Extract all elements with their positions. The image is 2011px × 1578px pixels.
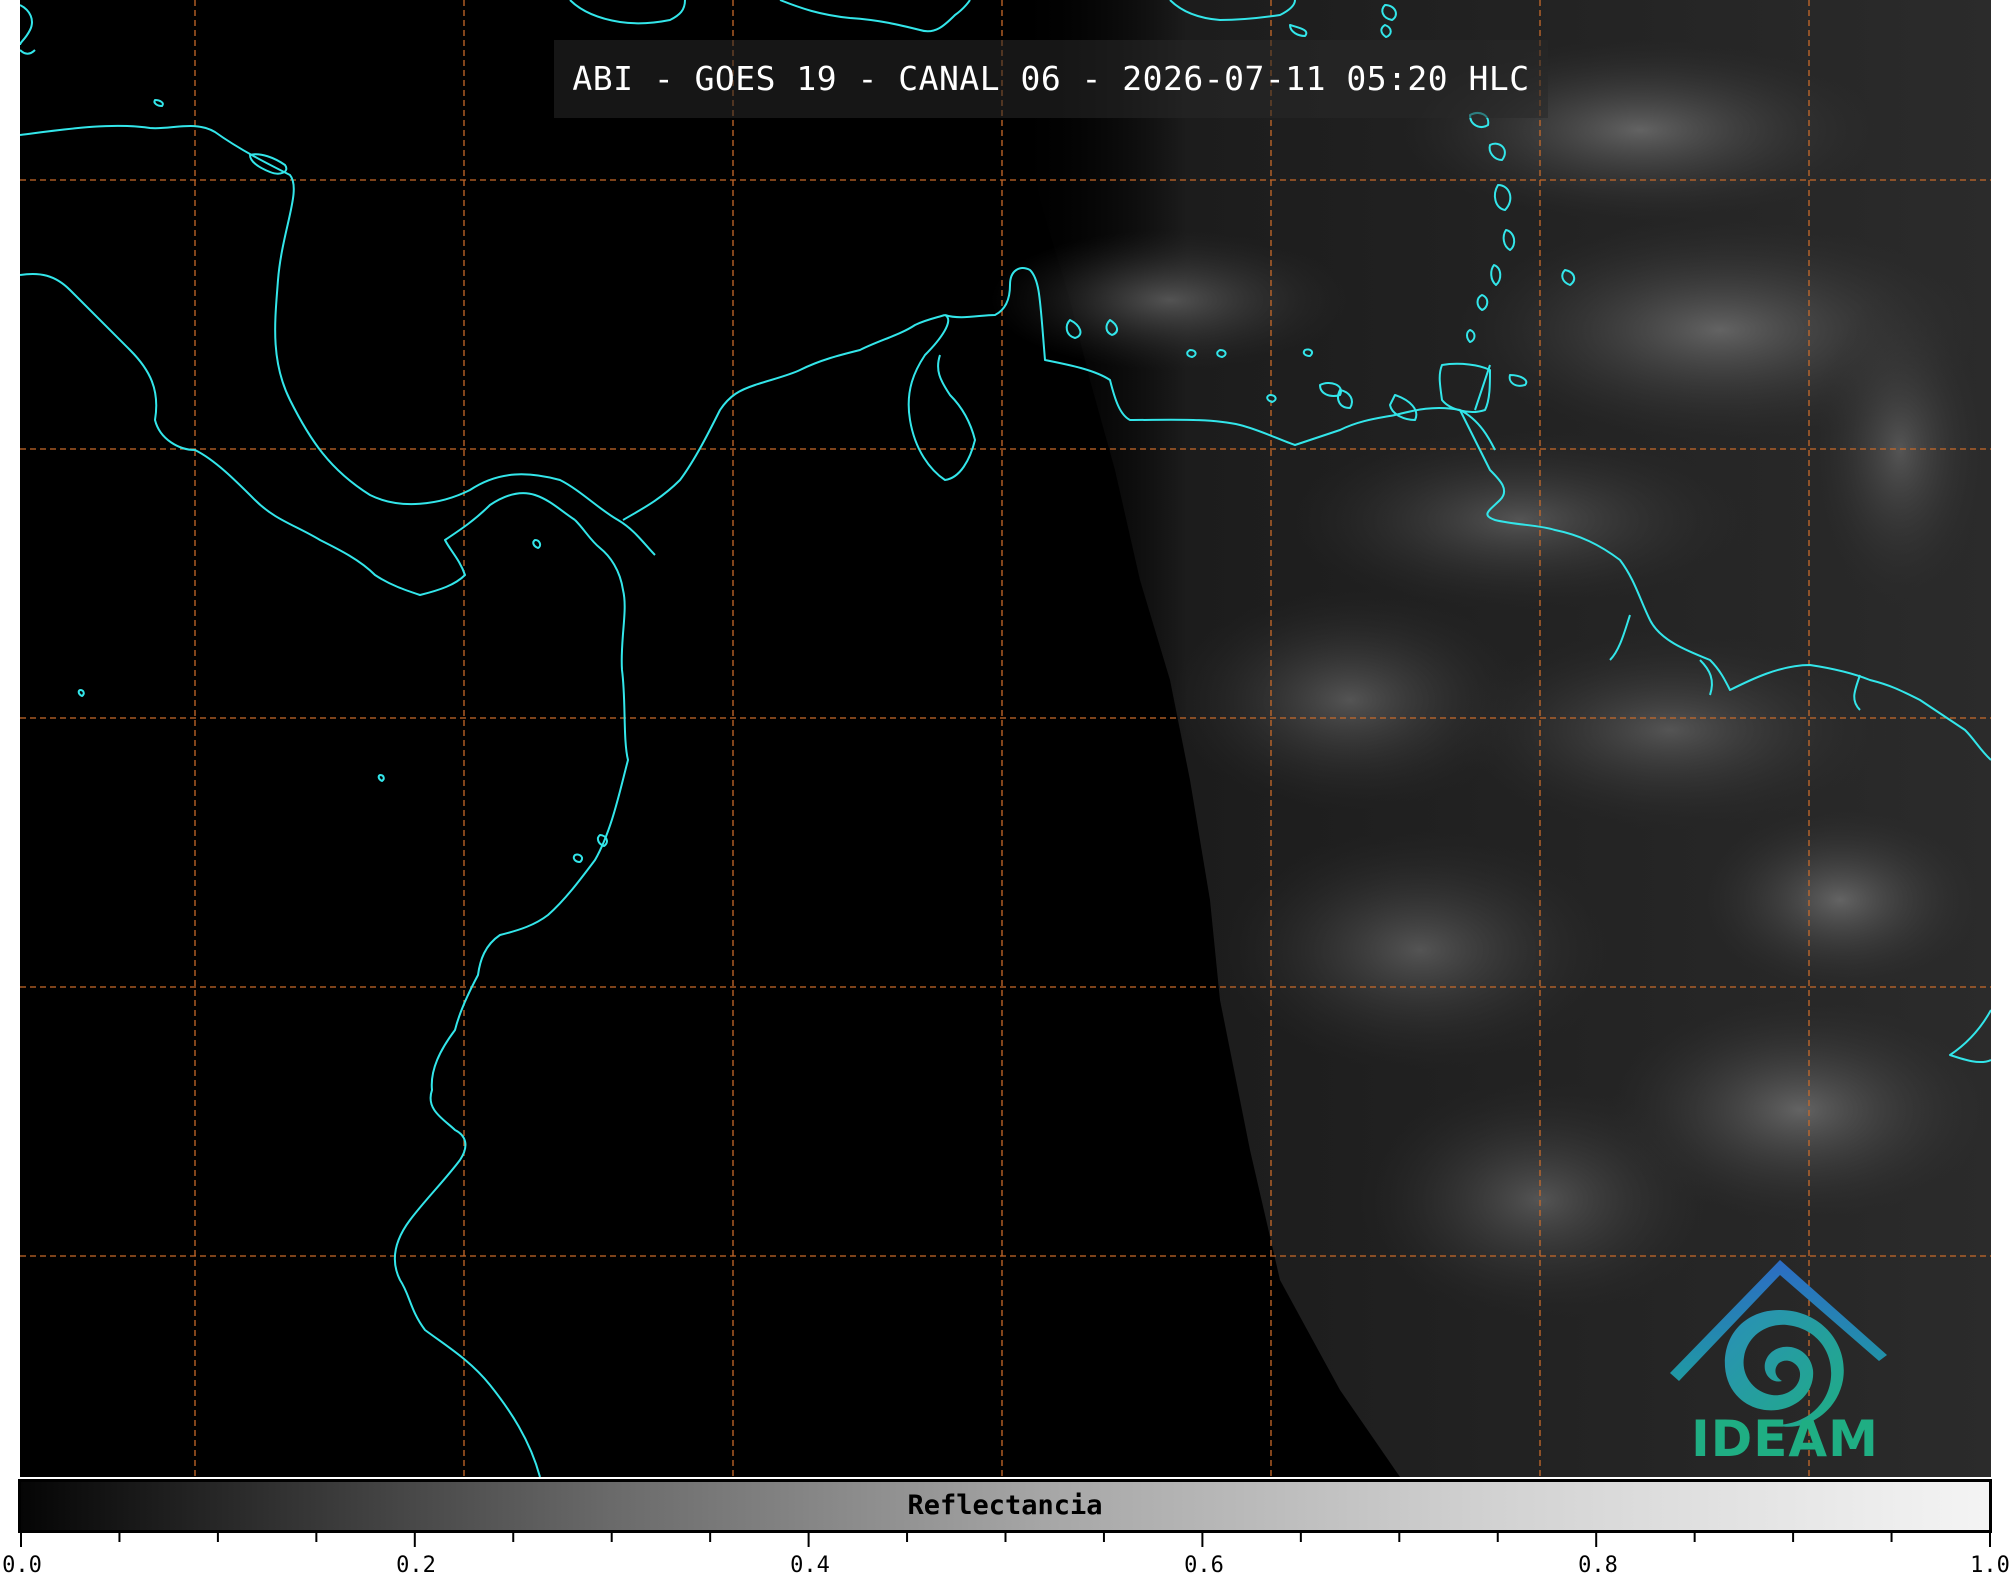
tick-label-3: 0.6 [1184,1553,1224,1578]
tick-label-2: 0.4 [790,1553,830,1578]
tick-label-5: 1.0 [1970,1553,2010,1578]
colorbar-ticks [20,1533,1991,1547]
tick-label-4: 0.8 [1578,1553,1618,1578]
map-title: ABI - GOES 19 - CANAL 06 - 2026-07-11 05… [572,59,1530,98]
colorbar: Reflectancia [18,1479,1992,1533]
logo-text: IDEAM [1691,1410,1879,1468]
tick-label-1: 0.2 [396,1553,436,1578]
tick-label-0: 0.0 [2,1553,42,1578]
colorbar-label: Reflectancia [907,1490,1103,1521]
title-box: ABI - GOES 19 - CANAL 06 - 2026-07-11 05… [554,40,1548,118]
